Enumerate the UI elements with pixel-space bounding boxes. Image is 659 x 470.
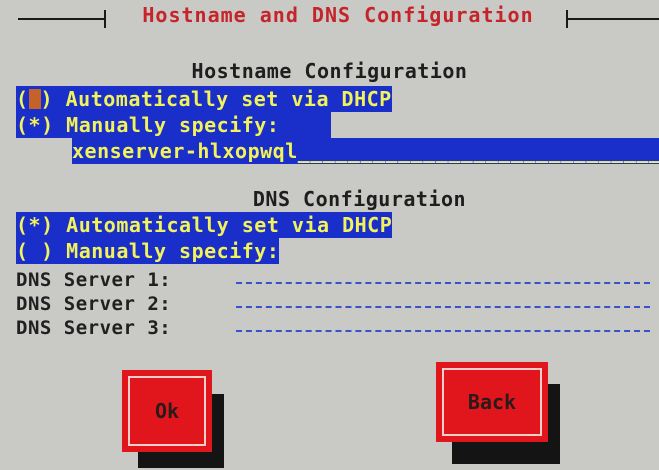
dns-manual-label: Manually specify: bbox=[66, 239, 280, 263]
dns-server-2-input[interactable] bbox=[236, 306, 650, 308]
dns-server-2-label: DNS Server 2: bbox=[16, 293, 172, 315]
dns-dhcp-option[interactable]: (*) Automatically set via DHCP bbox=[16, 212, 393, 238]
hostname-manual-option[interactable]: (*) Manually specify: bbox=[16, 112, 331, 138]
dns-dhcp-label: Automatically set via DHCP bbox=[66, 213, 393, 237]
radio-unselected-icon[interactable]: () bbox=[16, 87, 53, 111]
dns-server-3-input[interactable] bbox=[236, 330, 650, 332]
dns-server-1-label: DNS Server 1: bbox=[16, 269, 172, 291]
dns-manual-option[interactable]: ( ) Manually specify: bbox=[16, 238, 280, 264]
dialog-frame-top: Hostname and DNS Configuration bbox=[0, 0, 659, 38]
dns-section-title: DNS Configuration bbox=[252, 187, 467, 211]
dialog-title: Hostname and DNS Configuration bbox=[122, 3, 554, 27]
radio-selected-marker: (*) bbox=[16, 113, 54, 137]
cursor-icon bbox=[28, 89, 41, 109]
hostname-section-title: Hostname Configuration bbox=[191, 59, 468, 83]
hostname-dhcp-label: Automatically set via DHCP bbox=[65, 87, 392, 111]
radio-unselected-marker: ( ) bbox=[16, 239, 54, 263]
installer-screen: Hostname and DNS Configuration Hostname … bbox=[0, 0, 659, 470]
hostname-manual-label: Manually specify: bbox=[66, 113, 280, 137]
frame-line-left bbox=[18, 18, 106, 20]
back-button-label: Back bbox=[442, 368, 542, 436]
dns-server-3-label: DNS Server 3: bbox=[16, 317, 172, 339]
hostname-dhcp-option[interactable]: () Automatically set via DHCP bbox=[16, 86, 392, 112]
dns-server-1-input[interactable] bbox=[236, 282, 650, 284]
hostname-input[interactable]: xenserver-hlxopwql______________________… bbox=[72, 138, 659, 164]
back-button[interactable]: Back bbox=[436, 362, 548, 442]
radio-selected-marker: (*) bbox=[16, 213, 54, 237]
frame-notch-left bbox=[104, 10, 106, 28]
ok-button[interactable]: Ok bbox=[122, 370, 212, 452]
hostname-input-value: xenserver-hlxopwql bbox=[72, 139, 298, 163]
ok-button-label: Ok bbox=[128, 376, 206, 446]
frame-line-right bbox=[566, 18, 659, 20]
